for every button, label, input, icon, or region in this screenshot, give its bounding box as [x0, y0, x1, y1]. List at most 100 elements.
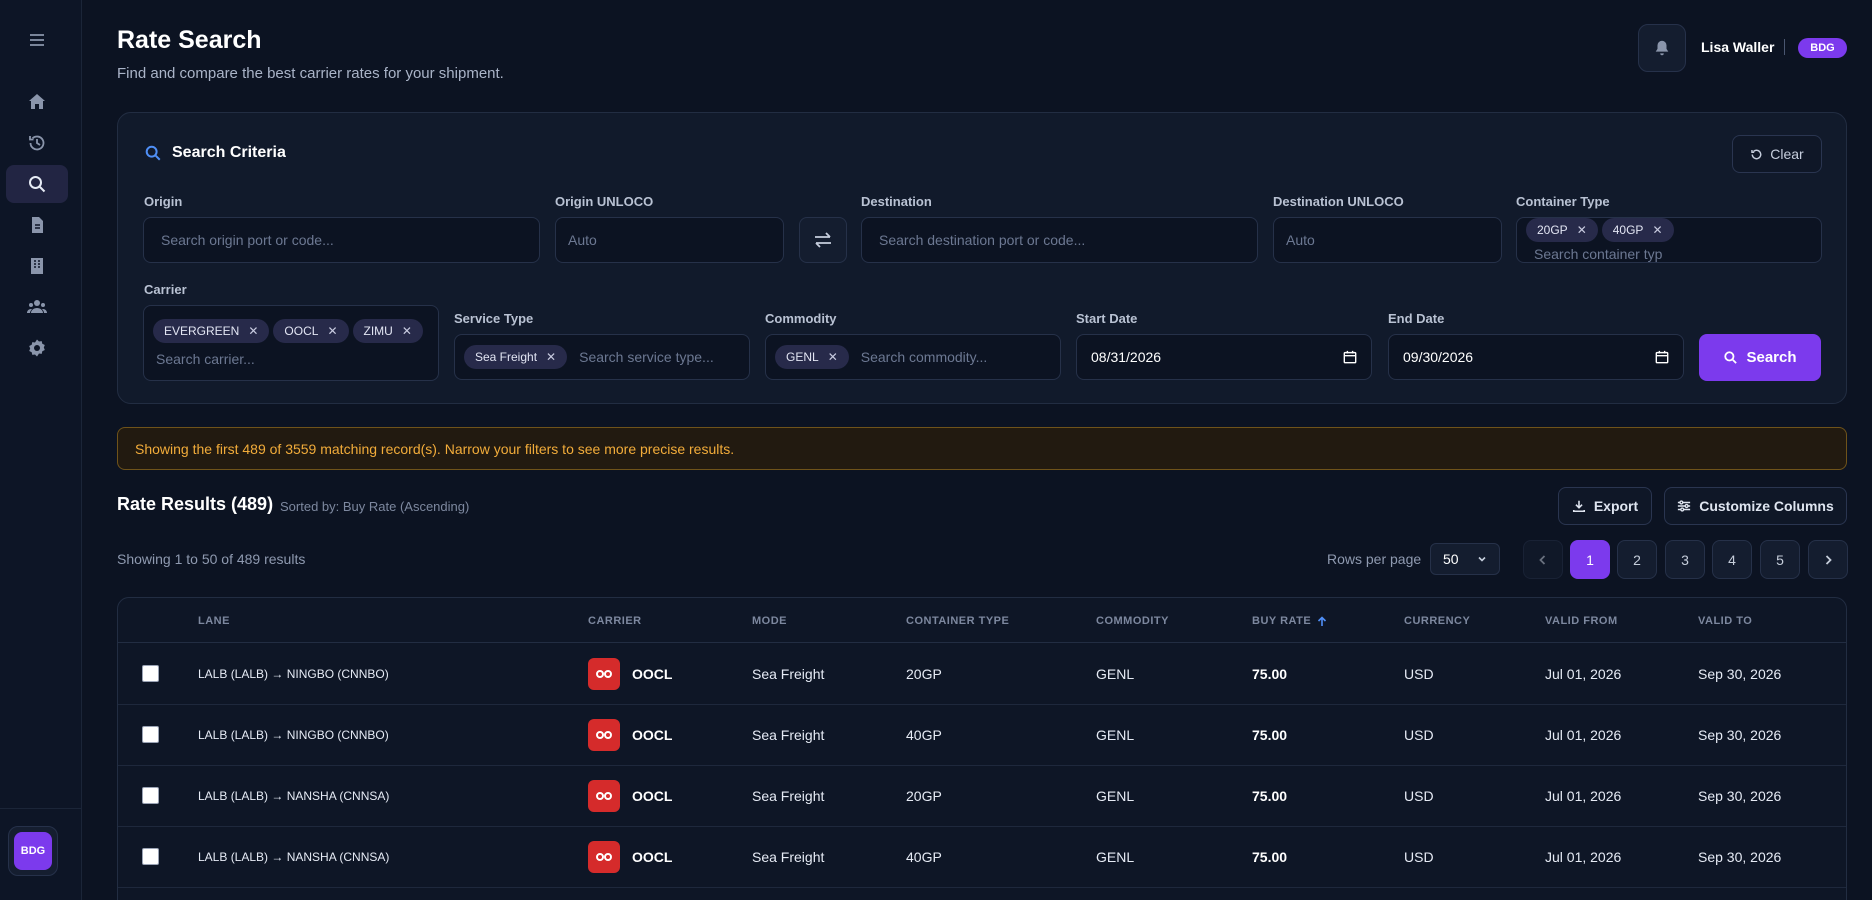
document-icon[interactable]	[6, 206, 68, 244]
page-button-5[interactable]: 5	[1760, 540, 1800, 579]
notifications-button[interactable]	[1638, 24, 1686, 72]
chevron-left-icon	[1539, 554, 1546, 565]
remove-chip-icon[interactable]: ✕	[1652, 223, 1662, 237]
currency-cell: USD	[1404, 666, 1434, 682]
chip-label: ZIMU	[363, 324, 393, 338]
sidebar: BDG	[0, 0, 82, 900]
clear-label: Clear	[1770, 146, 1804, 162]
lane-cell: LALB (LALB) → NINGBO (CNNBO)	[198, 728, 389, 742]
carrier-name: OOCL	[632, 727, 673, 743]
building-icon[interactable]	[6, 247, 68, 285]
start-date-input[interactable]: 08/31/2026	[1076, 334, 1372, 380]
download-icon	[1572, 500, 1585, 513]
column-header-currency[interactable]: CURRENCY	[1404, 615, 1470, 627]
commodity-cell: GENL	[1096, 788, 1135, 804]
page-button-3[interactable]: 3	[1665, 540, 1705, 579]
remove-chip-icon[interactable]: ✕	[402, 324, 412, 338]
container-type-label: Container Type	[1516, 194, 1610, 209]
remove-chip-icon[interactable]: ✕	[828, 350, 838, 364]
end-date-input[interactable]: 09/30/2026	[1388, 334, 1684, 380]
end-date-label: End Date	[1388, 311, 1445, 326]
rows-per-page-select[interactable]: 50	[1430, 543, 1500, 575]
destination-input[interactable]: Search destination port or code...	[861, 217, 1258, 263]
calendar-icon[interactable]	[1343, 350, 1357, 364]
carrier-name: OOCL	[632, 666, 673, 682]
carrier-label: Carrier	[144, 282, 187, 297]
oocl-logo-icon	[588, 841, 620, 873]
table-row[interactable]: LALB (LALB) → NANSHA (CNNSA) OOCL Sea Fr…	[118, 766, 1846, 827]
results-count: Showing 1 to 50 of 489 results	[117, 551, 306, 567]
previous-page-button[interactable]	[1523, 540, 1563, 579]
carrier-cell: OOCL	[588, 841, 672, 873]
valid-from-cell: Jul 01, 2026	[1545, 666, 1622, 682]
user-name[interactable]: Lisa Waller	[1701, 39, 1774, 55]
column-header-carrier[interactable]: CARRIER	[588, 615, 642, 627]
column-header-commodity[interactable]: COMMODITY	[1096, 615, 1169, 627]
gear-icon[interactable]	[6, 329, 68, 367]
column-header-lane[interactable]: LANE	[198, 615, 230, 627]
menu-icon[interactable]	[6, 21, 68, 59]
table-row[interactable]: LALB (LALB) → NINGBO (CNNBO) OOCL Sea Fr…	[118, 705, 1846, 766]
page-title: Rate Search	[117, 26, 262, 54]
commodity-multiselect[interactable]: GENL ✕ Search commodity...	[765, 334, 1061, 380]
carrier-multiselect[interactable]: EVERGREEN ✕ OOCL ✕ ZIMU ✕ Search carrier...	[143, 305, 439, 381]
row-checkbox[interactable]	[142, 787, 159, 804]
service-type-multiselect[interactable]: Sea Freight ✕ Search service type...	[454, 334, 750, 380]
column-header-valid-from[interactable]: VALID FROM	[1545, 615, 1618, 627]
history-icon[interactable]	[6, 124, 68, 162]
lane-cell: LALB (LALB) → NANSHA (CNNSA)	[198, 789, 390, 803]
page-button-1[interactable]: 1	[1570, 540, 1610, 579]
remove-chip-icon[interactable]: ✕	[1577, 223, 1587, 237]
calendar-icon[interactable]	[1655, 350, 1669, 364]
clear-button[interactable]: Clear	[1732, 135, 1822, 173]
org-logo: BDG	[14, 832, 52, 870]
remove-chip-icon[interactable]: ✕	[546, 350, 556, 364]
oocl-logo-icon	[588, 658, 620, 690]
remove-chip-icon[interactable]: ✕	[248, 324, 258, 338]
org-badge: BDG	[1798, 38, 1847, 58]
column-header-buy-rate[interactable]: BUY RATE	[1252, 615, 1327, 627]
container-type-multiselect[interactable]: 20GP ✕ 40GP ✕ Search container typ	[1516, 217, 1822, 263]
export-button[interactable]: Export	[1558, 487, 1652, 525]
commodity-search[interactable]: Search commodity...	[861, 349, 988, 365]
column-header-container-type[interactable]: CONTAINER TYPE	[906, 615, 1009, 627]
column-header-buy-rate-label: BUY RATE	[1252, 615, 1312, 627]
org-logo-button[interactable]: BDG	[8, 826, 58, 876]
sort-ascending-icon	[1318, 615, 1327, 626]
destination-label: Destination	[861, 194, 932, 209]
swap-icon	[815, 232, 831, 248]
commodity-cell: GENL	[1096, 849, 1135, 865]
valid-to-cell: Sep 30, 2026	[1698, 727, 1782, 743]
container-type-search[interactable]: Search container typ	[1534, 246, 1662, 262]
page-button-4[interactable]: 4	[1712, 540, 1752, 579]
origin-unloco-input[interactable]: Auto	[555, 217, 784, 263]
swap-origin-destination-button[interactable]	[799, 217, 847, 263]
carrier-search[interactable]: Search carrier...	[156, 351, 429, 367]
row-checkbox[interactable]	[142, 848, 159, 865]
container-cell: 20GP	[906, 788, 942, 804]
column-header-mode[interactable]: MODE	[752, 615, 787, 627]
customize-columns-button[interactable]: Customize Columns	[1664, 487, 1847, 525]
page-button-2[interactable]: 2	[1617, 540, 1657, 579]
valid-to-cell: Sep 30, 2026	[1698, 788, 1782, 804]
table-row[interactable]: LALB (LALB) → NANSHA (CNNSA) OOCL Sea Fr…	[118, 827, 1846, 888]
row-checkbox[interactable]	[142, 665, 159, 682]
row-checkbox[interactable]	[142, 726, 159, 743]
destination-unloco-input[interactable]: Auto	[1273, 217, 1502, 263]
origin-input[interactable]: Search origin port or code...	[143, 217, 540, 263]
column-header-valid-to[interactable]: VALID TO	[1698, 615, 1752, 627]
rate-results-table: LANE CARRIER MODE CONTAINER TYPE COMMODI…	[117, 597, 1847, 900]
mode-cell: Sea Freight	[752, 666, 825, 682]
home-icon[interactable]	[6, 83, 68, 121]
search-button[interactable]: Search	[1699, 334, 1821, 381]
next-page-button[interactable]	[1808, 540, 1848, 579]
service-type-search[interactable]: Search service type...	[579, 349, 714, 365]
search-button-label: Search	[1746, 349, 1797, 366]
users-icon[interactable]	[6, 288, 68, 326]
search-icon[interactable]	[6, 165, 68, 203]
mode-cell: Sea Freight	[752, 727, 825, 743]
remove-chip-icon[interactable]: ✕	[327, 324, 337, 338]
search-criteria-header: Search Criteria	[144, 144, 286, 162]
table-row[interactable]: LALB (LALB) → NINGBO (CNNBO) OOCL Sea Fr…	[118, 644, 1846, 705]
chevron-down-icon	[1478, 556, 1486, 562]
